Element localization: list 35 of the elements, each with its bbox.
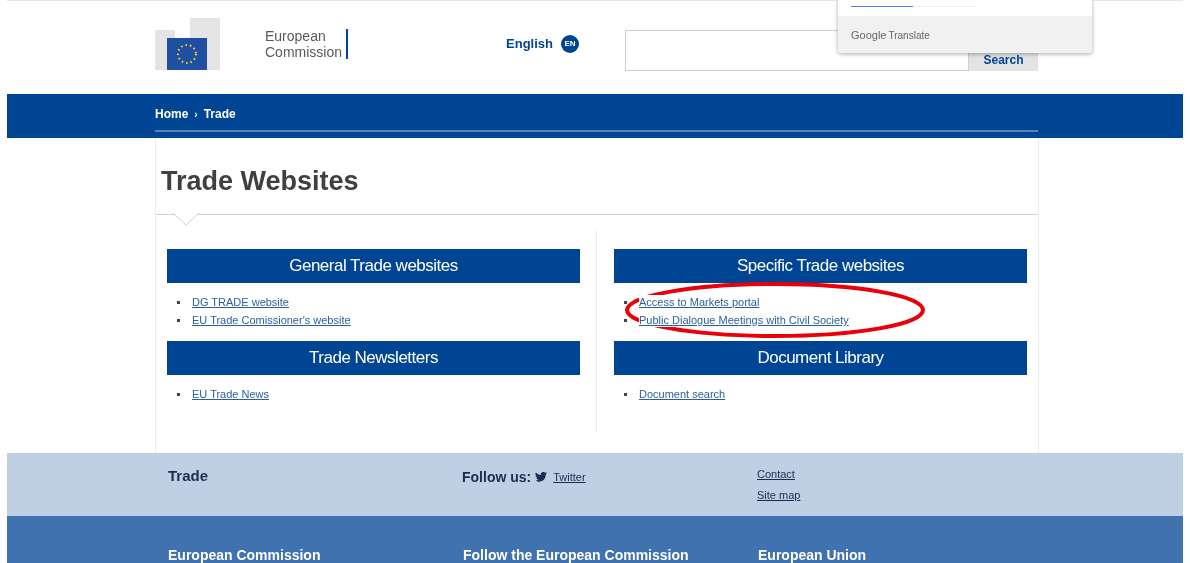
bird-icon <box>535 472 548 482</box>
bullet-icon <box>177 318 180 322</box>
section-link[interactable]: Public Dialogue Meetings with Civil Society <box>639 313 849 327</box>
section-link[interactable]: EU Trade News <box>192 387 270 401</box>
section-header: Document Library <box>614 341 1027 375</box>
logo-text: European <box>265 28 327 44</box>
follow-label: Follow us: <box>462 467 532 487</box>
translate-label: Translate <box>888 28 930 43</box>
logo-text: Commission <box>265 44 342 60</box>
bullet-icon <box>177 392 180 396</box>
language-link[interactable]: English <box>506 34 553 54</box>
section-header: Trade Newsletters <box>167 341 580 375</box>
breadcrumb-separator: › <box>194 107 198 122</box>
section-link[interactable]: Access to Markets portal <box>639 295 760 309</box>
language-badge: EN <box>560 35 579 53</box>
bullet-icon <box>624 392 627 396</box>
section-link[interactable]: Document search <box>639 387 726 401</box>
bullet-icon <box>624 318 627 322</box>
footer-heading: European Commission <box>168 546 322 563</box>
breadcrumb-link[interactable]: Trade <box>203 105 236 123</box>
section-link[interactable]: DG TRADE website <box>192 295 289 309</box>
footer-link[interactable]: Contact <box>757 466 801 483</box>
twitter-link[interactable]: Twitter <box>553 468 586 486</box>
footer-link[interactable]: Site map <box>757 486 801 503</box>
breadcrumb-link[interactable]: Home <box>155 105 189 123</box>
google-logo-text: Google <box>851 28 887 43</box>
bullet-icon <box>177 300 180 304</box>
page-title: Trade Websites <box>160 165 360 198</box>
bullet-icon <box>624 300 627 304</box>
section-link[interactable]: EU Trade Comissioner's website <box>192 313 351 327</box>
section-header: General Trade websites <box>167 249 580 283</box>
footer-heading: Follow the European Commission <box>463 546 690 563</box>
footer-heading: European Union <box>758 546 867 563</box>
footer-title: Trade <box>168 466 210 486</box>
section-header: Specific Trade websites <box>614 249 1027 283</box>
